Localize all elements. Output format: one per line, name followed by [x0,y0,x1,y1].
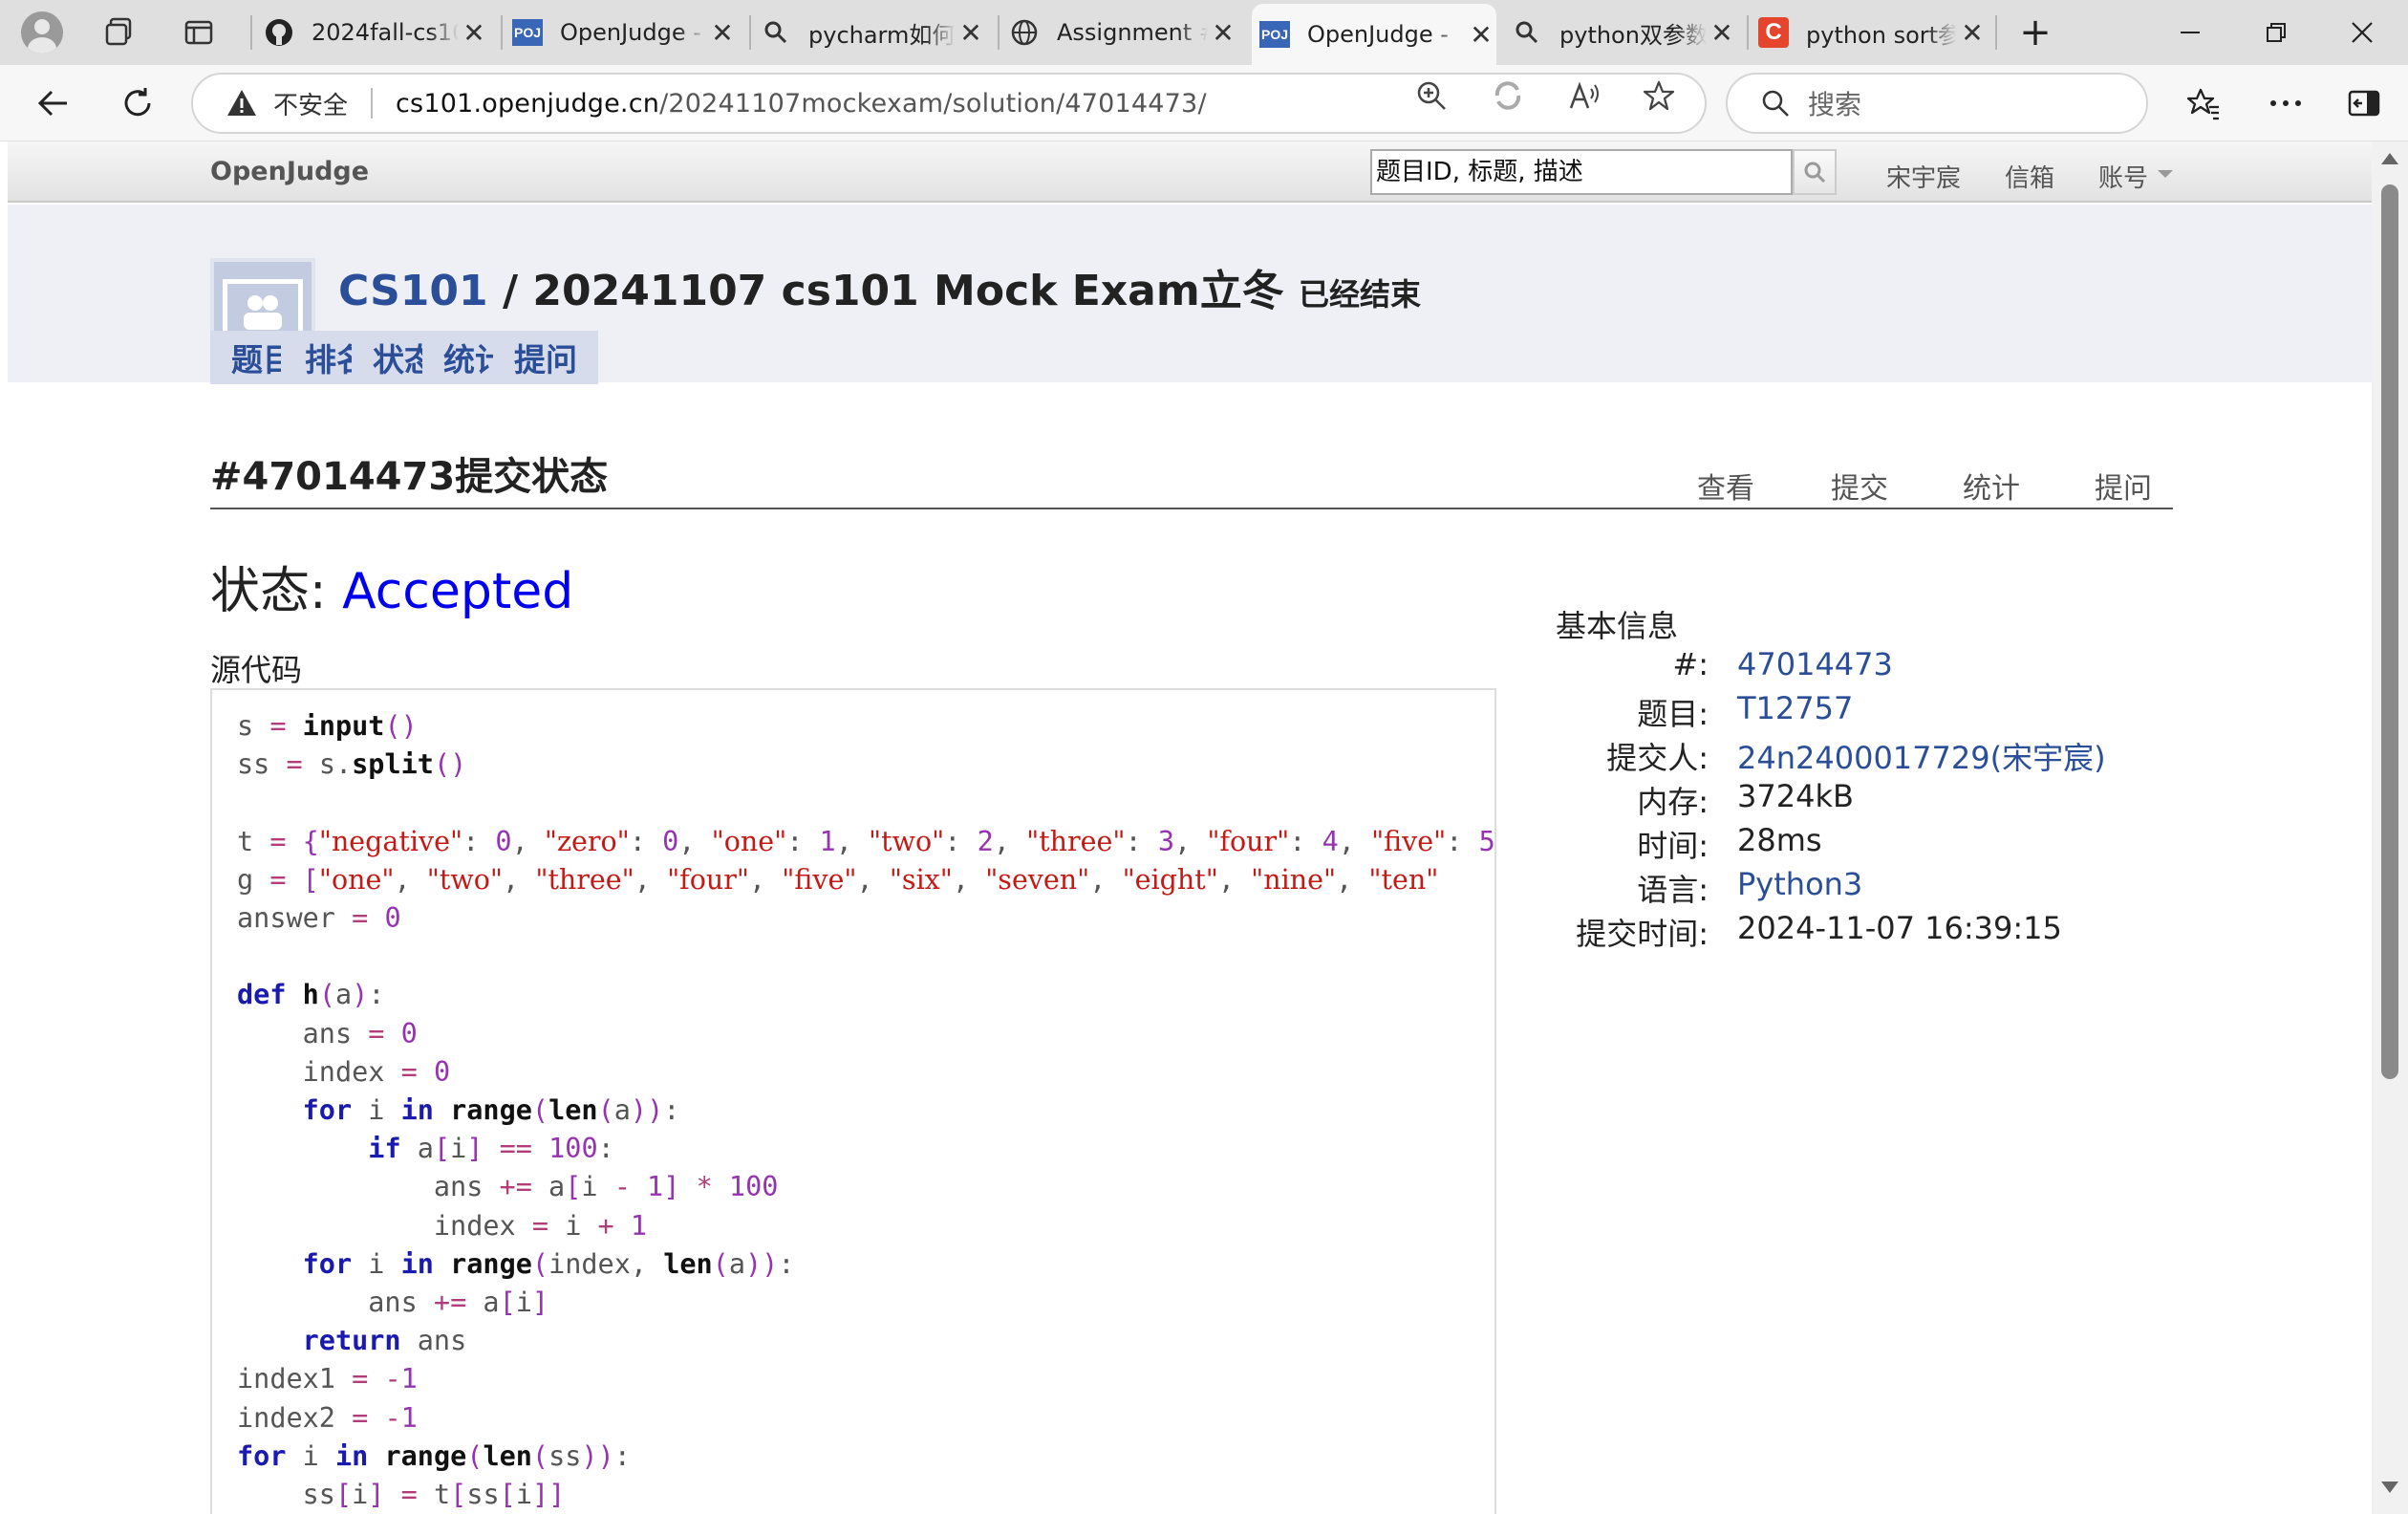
tab-assignment[interactable]: Assignment # ✕ [1009,6,1238,59]
tab-pycharm-search[interactable]: pycharm如何 ✕ [761,6,986,59]
source-code-label: 源代码 [210,652,303,688]
submit-link[interactable]: 提交 [1831,465,1888,507]
chevron-down-icon[interactable] [2158,170,2173,178]
source-code-block[interactable]: s = input() ss = s.split() t = {"negativ… [210,688,1496,1514]
contest-title: 20241107 cs101 Mock Exam立冬 [532,267,1284,315]
submission-status: 状态: Accepted [210,563,574,620]
favorite-star-icon[interactable] [1642,78,1676,113]
translate-icon[interactable] [1491,78,1525,113]
group-link[interactable]: CS101 [338,267,488,315]
page-scrollbar[interactable] [2372,141,2408,1514]
web-page: OpenJudge 题目ID, 标题, 描述 宋宇宸 信箱 账号 CS101 /… [8,141,2372,1514]
close-tab-icon[interactable]: ✕ [1957,17,1988,49]
address-bar[interactable]: 不安全 cs101.openjudge.cn/20241107mockexam/… [191,73,1707,134]
memory-value: 3724kB [1737,778,1854,814]
contest-status: 已经结束 [1299,276,1422,313]
time-value: 28ms [1737,822,1822,858]
ask-link[interactable]: 提问 [2095,465,2152,507]
search-icon [1512,17,1542,48]
search-icon [761,17,791,48]
scroll-down-icon[interactable] [2381,1482,2398,1493]
mailbox-link[interactable]: 信箱 [2005,159,2054,194]
profile-avatar-icon[interactable] [17,10,67,55]
vertical-tabs-icon[interactable] [180,13,218,52]
site-search-input[interactable]: 题目ID, 标题, 描述 [1370,149,1793,195]
scrollbar-thumb[interactable] [2381,184,2398,1079]
page-title: #47014473提交状态 [210,455,609,499]
warning-icon[interactable] [226,87,258,119]
sidebar-toggle-icon[interactable] [2339,78,2389,128]
browser-toolbar: 不安全 cs101.openjudge.cn/20241107mockexam/… [0,65,2408,141]
close-tab-icon[interactable]: ✕ [956,17,986,49]
breadcrumb: CS101 / 20241107 cs101 Mock Exam立冬 已经结束 [338,267,1422,315]
statistics-link[interactable]: 统计 [1963,465,2020,507]
info-row-id: #: 47014473 [1672,646,1893,682]
restore-icon[interactable] [2238,6,2314,59]
close-tab-icon[interactable]: ✕ [1707,17,1737,49]
tab-questions[interactable]: 提问 [493,331,598,384]
problem-link[interactable]: T12757 [1737,690,1853,726]
info-row-submitter: 提交人: 24n2400017729(宋宇宸) [1537,734,2372,776]
poj-icon: POJ [1259,21,1290,48]
browser-search-box[interactable]: 搜索 [1726,73,2148,134]
tab-openjudge-active[interactable]: POJ OpenJudge - ✕ [1252,4,1496,65]
submitter-link[interactable]: 24n2400017729(宋宇宸) [1737,734,2106,778]
tab-openjudge-1[interactable]: POJ OpenJudge - ✕ [512,6,738,59]
info-row-language: 语言: Python3 [1637,866,1863,908]
source-code: s = input() ss = s.split() t = {"negativ… [237,710,1495,1511]
refresh-icon[interactable] [113,78,162,128]
submission-id-link[interactable]: 47014473 [1737,646,1893,682]
user-link[interactable]: 宋宇宸 [1886,159,1961,194]
poj-icon: POJ [512,19,543,46]
info-row-time: 时间: 28ms [1637,822,1822,864]
close-tab-icon[interactable]: ✕ [707,17,738,49]
globe-icon [1009,17,1040,48]
more-menu-icon[interactable] [2261,78,2311,128]
close-window-icon[interactable] [2324,6,2400,59]
close-tab-icon[interactable]: ✕ [1208,17,1238,49]
csdn-icon: C [1758,17,1789,48]
group-users-icon [244,295,282,330]
site-top-bar: OpenJudge 题目ID, 标题, 描述 宋宇宸 信箱 账号 [8,141,2372,203]
site-brand[interactable]: OpenJudge [210,157,369,186]
scroll-up-icon[interactable] [2381,153,2398,164]
submit-time-value: 2024-11-07 16:39:15 [1737,910,2062,946]
new-tab-icon[interactable]: + [1997,6,2074,59]
browser-tab-bar: 2024fall-cs101 ✕ POJ OpenJudge - ✕ pycha… [0,0,2408,65]
info-row-submit-time: 提交时间: 2024-11-07 16:39:15 [1576,910,2062,952]
search-placeholder: 搜索 [1808,89,1862,120]
account-menu[interactable]: 账号 [2098,159,2148,194]
tab-python-args[interactable]: python双参数 ✕ [1512,6,1737,59]
title-divider [210,508,2173,509]
favorites-icon[interactable] [2179,78,2228,128]
github-icon [264,17,294,48]
status-badge: Accepted [342,563,574,620]
minimize-icon[interactable] [2152,6,2228,59]
search-icon [1804,162,1826,184]
view-link[interactable]: 查看 [1697,465,1754,507]
language-link[interactable]: Python3 [1737,866,1862,902]
tab-github[interactable]: 2024fall-cs101 ✕ [264,6,489,59]
zoom-icon[interactable] [1414,78,1449,113]
site-search-button[interactable] [1793,149,1837,195]
security-label[interactable]: 不安全 [273,86,348,121]
info-row-memory: 内存: 3724kB [1637,778,1854,820]
close-tab-icon[interactable]: ✕ [459,17,489,49]
search-icon [1762,90,1789,117]
tab-python-sort[interactable]: C python sort参 ✕ [1758,6,1988,59]
read-aloud-icon[interactable] [1567,78,1602,113]
basic-info-heading: 基本信息 [1556,608,1679,644]
back-icon[interactable] [29,78,78,128]
collections-icon[interactable] [99,13,138,52]
url-text[interactable]: cs101.openjudge.cn/20241107mockexam/solu… [396,89,1207,119]
close-tab-icon[interactable]: ✕ [1466,19,1496,51]
info-row-problem: 题目: T12757 [1637,690,1854,732]
